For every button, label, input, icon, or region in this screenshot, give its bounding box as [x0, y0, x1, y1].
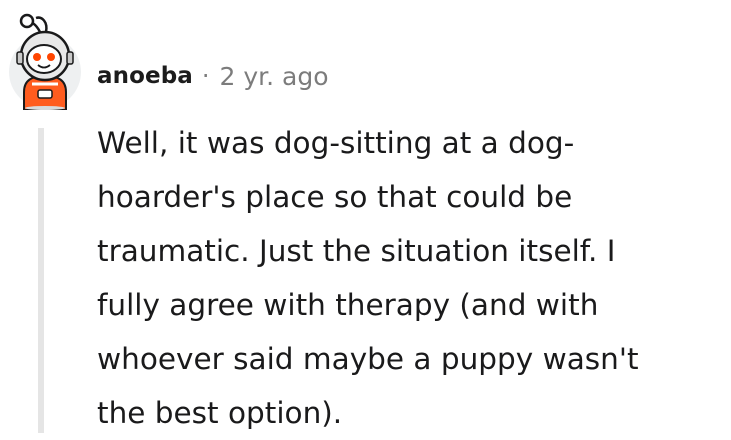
snoo-astronaut-icon: [9, 13, 81, 111]
comment-author-link[interactable]: anoeba: [97, 63, 193, 89]
comment-text-line: Well, it was dog-sitting at a dog-: [97, 126, 575, 160]
meta-separator: ·: [201, 62, 210, 90]
comment-text-line: whoever said maybe a puppy wasn't: [97, 342, 639, 376]
comment-text-line: hoarder's place so that could be: [97, 180, 573, 214]
avatar[interactable]: [6, 12, 84, 111]
comment-text-line: traumatic. Just the situation itself. I: [97, 234, 616, 268]
comment-text-line: fully agree with therapy (and with: [97, 288, 599, 322]
comment-meta: anoeba · 2 yr. ago: [97, 58, 329, 94]
comment-timestamp[interactable]: 2 yr. ago: [220, 62, 329, 91]
thread-line[interactable]: [38, 128, 44, 433]
comment-text-line: the best option).: [97, 396, 343, 430]
comment-body: Well, it was dog-sitting at a dog- hoard…: [97, 116, 727, 440]
